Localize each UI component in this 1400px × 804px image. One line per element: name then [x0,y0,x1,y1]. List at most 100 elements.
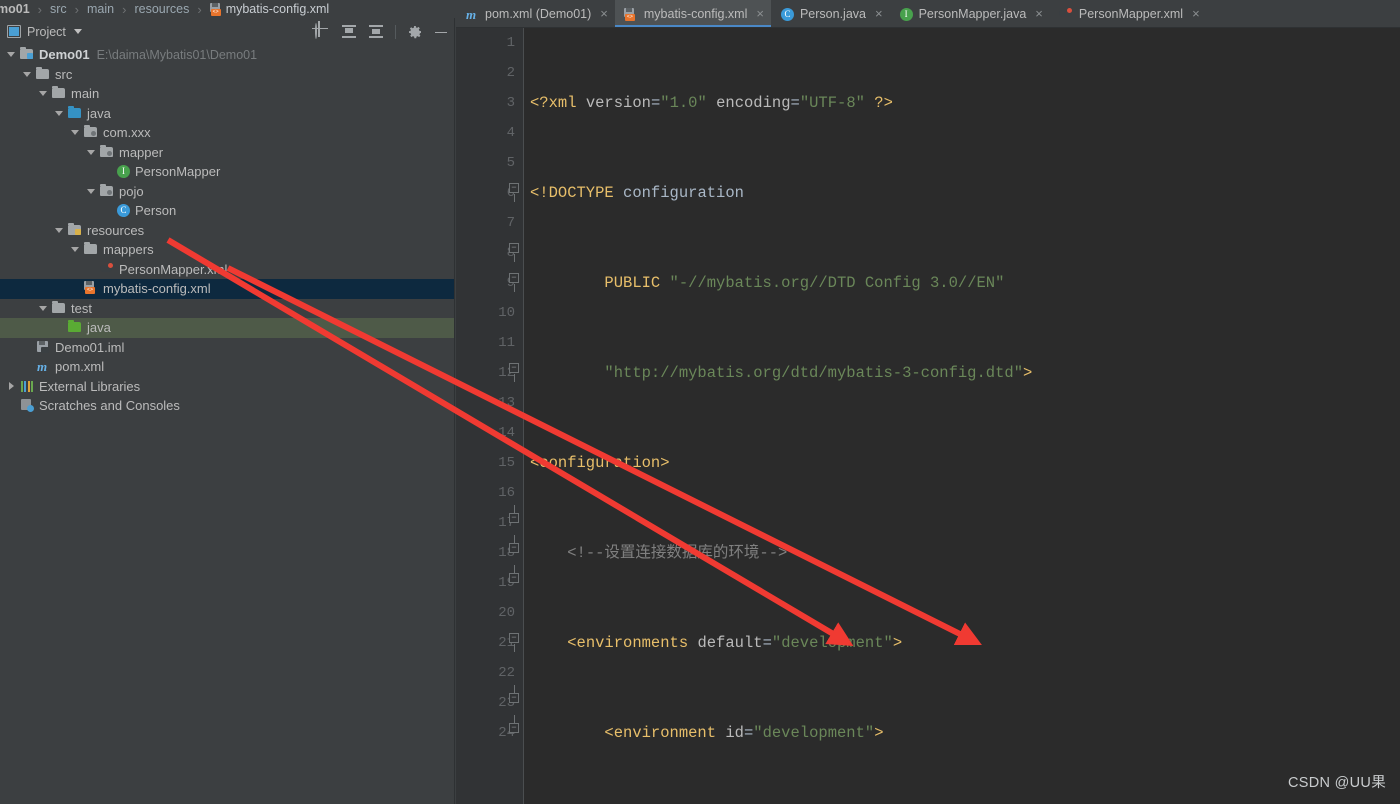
breadcrumb-item-main[interactable]: main [86,2,115,16]
project-tool-window: Project Demo01 E:\daima\Mybatis01\Demo01 s… [0,18,455,804]
chevron-down-icon[interactable] [38,303,49,314]
tree-node-main[interactable]: main [0,84,454,104]
locate-in-tree-icon[interactable] [314,22,330,40]
tree-node-mappers[interactable]: mappers [0,240,454,260]
breadcrumb-item-src[interactable]: src [49,2,68,16]
tree-node-label: Scratches and Consoles [39,398,180,414]
tree-node-label: java [87,105,111,121]
interface-icon: I [898,7,913,21]
editor-tab-pom-xml-demo01-[interactable]: m pom.xml (Demo01) × [456,0,615,27]
close-icon[interactable]: × [875,6,883,21]
tree-node-pom-xml[interactable]: m pom.xml [0,357,454,377]
package-icon [83,125,99,140]
fold-marker-mappers-end[interactable]: − [509,685,519,703]
tree-node-mapper[interactable]: mapper [0,143,454,163]
editor-tab-person-java[interactable]: C Person.java × [771,0,890,27]
chevron-down-icon[interactable] [86,186,97,197]
fold-marker-environments-end[interactable]: − [509,565,519,583]
chevron-down-icon[interactable] [86,147,97,158]
fold-marker-configuration[interactable]: − [509,183,519,202]
tree-node-java[interactable]: java [0,104,454,124]
xml-mapper-icon [99,262,115,277]
editor-tab-label: PersonMapper.xml [1078,6,1184,21]
tree-node-pojo[interactable]: pojo [0,182,454,202]
tree-node-test[interactable]: test [0,299,454,319]
tree-node-person[interactable]: C Person [0,201,454,221]
tree-node-label: PersonMapper [135,164,221,180]
expand-all-icon[interactable] [341,24,357,40]
editor-tab-mybatis-config-xml[interactable]: <> mybatis-config.xml × [614,0,772,27]
editor-tab-label: PersonMapper.java [918,6,1027,21]
breadcrumb-separator-icon: › [37,1,42,17]
code-line-5: <configuration> [530,454,670,472]
iml-file-icon [35,340,51,355]
close-icon[interactable]: × [1192,6,1200,21]
breadcrumb-separator-icon: › [197,1,202,17]
fold-marker-configuration-end[interactable]: − [509,715,519,733]
package-icon [99,144,115,160]
tree-node-external-libraries[interactable]: External Libraries [0,377,454,397]
tree-node-path-hint: E:\daima\Mybatis01\Demo01 [96,47,258,62]
breadcrumb-item-resources[interactable]: resources [133,2,190,16]
breadcrumb-item-project[interactable]: mo01 [0,2,31,16]
code-text[interactable]: <?xml version="1.0" encoding="UTF-8" ?> … [524,28,1400,804]
minimize-icon[interactable] [434,25,448,39]
project-title-group[interactable]: Project [7,25,314,39]
code-line-2: <!DOCTYPE configuration [530,184,744,202]
chevron-down-icon[interactable] [70,127,81,138]
tree-node-demo01[interactable]: Demo01 E:\daima\Mybatis01\Demo01 [0,45,454,65]
xml-config-icon: <> [83,281,99,296]
tree-node-personmapper[interactable]: I PersonMapper [0,162,454,182]
chevron-down-icon[interactable] [6,49,17,60]
project-toolbar [314,22,448,40]
tree-node-demo01-iml[interactable]: Demo01.iml [0,338,454,358]
tree-node-label: pom.xml [55,359,105,375]
tree-node-scratches-and-consoles[interactable]: Scratches and Consoles [0,396,454,416]
xml-config-icon: <> [209,2,222,16]
tree-node-resources[interactable]: resources [0,221,454,241]
chevron-down-icon[interactable] [54,108,65,119]
project-window-icon [7,25,21,38]
tree-node-label: Demo01 [39,47,90,63]
code-folding-column: − − − − − − − − − − [504,28,524,804]
tree-node-label: mappers [103,242,154,258]
code-line-6: <!--设置连接数据库的环境--> [567,544,788,562]
ide-window: mo01 › src › main › resources › <> mybat… [0,0,1400,804]
breadcrumb-item-file[interactable]: mybatis-config.xml [226,2,330,16]
fold-marker-environments[interactable]: − [509,243,519,262]
chevron-right-icon[interactable] [6,381,17,392]
tree-node-src[interactable]: src [0,65,454,85]
fold-marker-datasource[interactable]: − [509,363,519,382]
fold-marker-datasource-end[interactable]: − [509,505,519,523]
chevron-down-icon[interactable] [22,69,33,80]
chevron-down-icon[interactable] [70,244,81,255]
settings-gear-icon[interactable] [407,24,423,40]
editor-tab-personmapper-xml[interactable]: PersonMapper.xml × [1050,0,1207,27]
code-editor: 1 2 3 4 5 6 7 8 9 10 11 12 13 14 15 16 17 18 19 20 21 22 23 24 … [456,28,1400,804]
xml-config-icon: <> [623,7,638,21]
close-icon[interactable]: × [1035,6,1043,21]
chevron-down-icon[interactable] [38,88,49,99]
collapse-all-icon[interactable] [368,24,384,40]
close-icon[interactable]: × [756,6,764,21]
tree-node-mybatis-config-xml[interactable]: <> mybatis-config.xml [0,279,454,299]
editor-tab-personmapper-java[interactable]: I PersonMapper.java × [890,0,1050,27]
tree-node-com-xxx[interactable]: com.xxx [0,123,454,143]
sources-folder-icon [67,105,83,121]
fold-marker-mappers[interactable]: − [509,633,519,652]
chevron-down-icon[interactable] [54,225,65,236]
fold-marker-environment[interactable]: − [509,273,519,292]
editor-tab-label: Person.java [799,6,866,21]
tree-node-label: java [87,320,111,336]
tree-node-personmapper-xml[interactable]: PersonMapper.xml [0,260,454,280]
chevron-down-icon[interactable] [73,29,82,34]
tree-node-java[interactable]: java [0,318,454,338]
code-line-7: <environments default="development"> [567,634,903,652]
close-icon[interactable]: × [600,6,608,21]
tree-node-label: test [71,300,92,316]
fold-marker-environment-end[interactable]: − [509,535,519,553]
tree-node-label: main [71,86,100,102]
